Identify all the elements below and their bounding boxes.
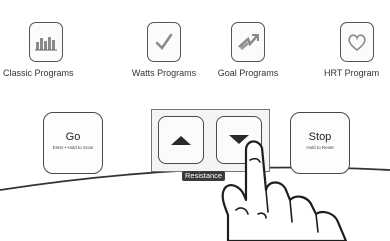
resistance-down-button[interactable] xyxy=(216,116,262,164)
go-sublabel: Enter • Hold to Scan xyxy=(52,145,94,150)
watts-programs-label: Watts Programs xyxy=(131,68,197,78)
target-arrow-icon xyxy=(238,34,259,51)
resistance-up-button[interactable] xyxy=(158,116,204,164)
hrt-program-button[interactable]: HRT Program xyxy=(318,22,390,92)
go-button[interactable]: Go Enter • Hold to Scan xyxy=(43,112,103,174)
watts-programs-button[interactable]: Watts Programs xyxy=(125,22,203,92)
checkmark-icon xyxy=(155,33,173,50)
down-arrow-icon xyxy=(229,135,249,144)
bar-chart-icon xyxy=(35,37,57,51)
classic-programs-label: Classic Programs xyxy=(3,68,74,78)
hrt-program-label: HRT Program xyxy=(324,68,380,78)
stop-label: Stop xyxy=(308,131,332,143)
stop-button[interactable]: Stop Hold to Reset xyxy=(290,112,350,174)
console-panel: Classic Programs Watts Programs Goal Pro… xyxy=(0,0,390,241)
watts-programs-icon-button[interactable] xyxy=(147,22,181,62)
hrt-program-icon-button[interactable] xyxy=(340,22,374,62)
goal-programs-label: Goal Programs xyxy=(217,68,279,78)
classic-programs-icon-button[interactable] xyxy=(29,22,63,62)
resistance-group xyxy=(151,109,270,172)
goal-programs-button[interactable]: Goal Programs xyxy=(209,22,287,92)
stop-sublabel: Hold to Reset xyxy=(306,145,334,150)
resistance-label: Resistance xyxy=(182,171,226,181)
heart-icon xyxy=(348,34,366,52)
up-arrow-icon xyxy=(171,136,191,145)
classic-programs-button[interactable]: Classic Programs xyxy=(3,22,85,92)
go-label: Go xyxy=(65,131,81,143)
goal-programs-icon-button[interactable] xyxy=(231,22,265,62)
